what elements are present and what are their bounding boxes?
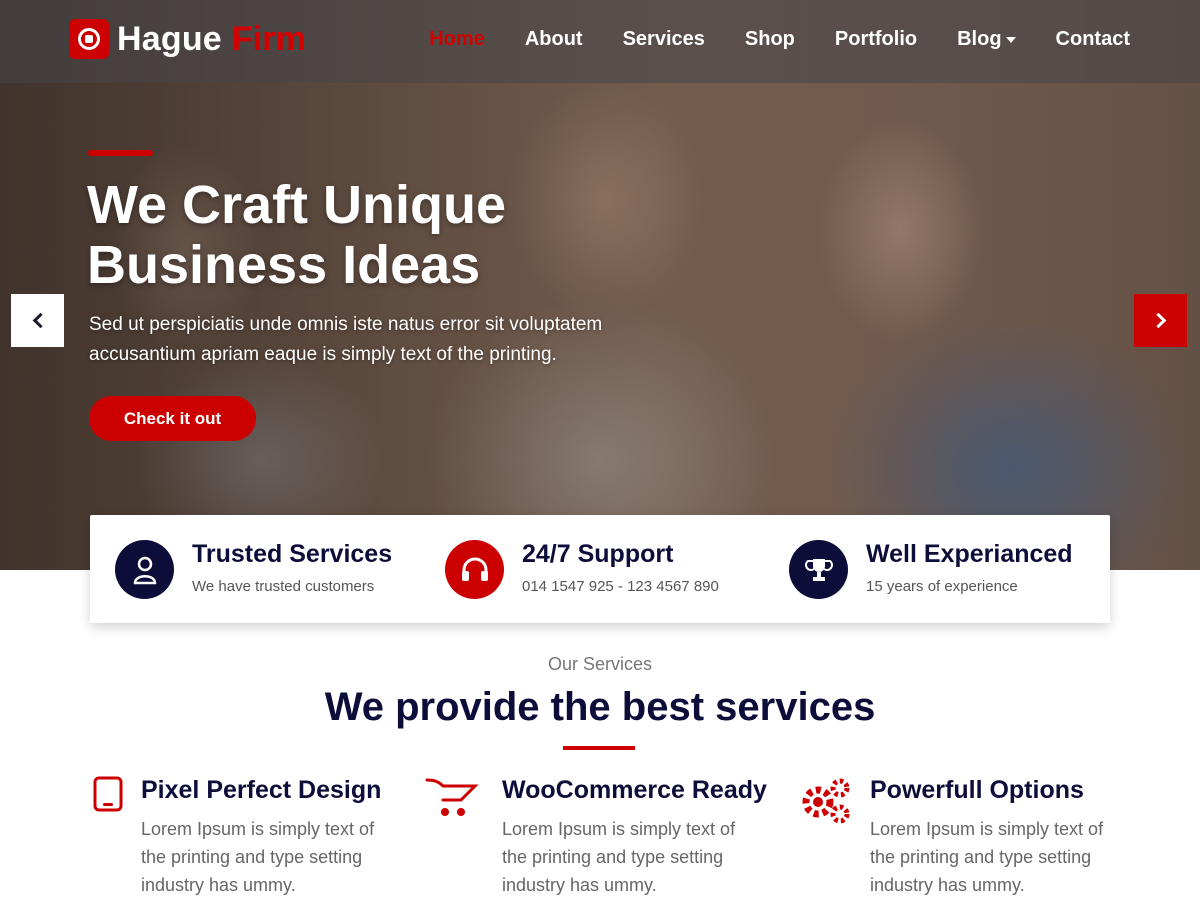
chevron-left-icon [32, 312, 48, 329]
service-item: WooCommerce Ready Lorem Ipsum is simply … [502, 776, 767, 899]
feature-support: 24/7 Support 014 1547 925 - 123 4567 890 [445, 540, 765, 600]
tablet-icon [92, 776, 124, 817]
chevron-right-icon [1150, 312, 1166, 329]
services-title: We provide the best services [0, 685, 1200, 730]
services-divider [563, 746, 635, 750]
feature-title: Trusted Services [192, 540, 393, 568]
logo-name-part2: Firm [231, 19, 307, 58]
nav-services[interactable]: Services [623, 28, 705, 51]
feature-subtitle: 15 years of experience [866, 578, 1018, 595]
hero-description: Sed ut perspiciatis unde omnis iste natu… [89, 314, 603, 365]
logo-name-part1: Hague [117, 19, 222, 58]
user-icon [115, 540, 174, 599]
cart-icon [425, 776, 485, 823]
hero-title-line1: We Craft Unique [87, 175, 507, 235]
feature-title: 24/7 Support [522, 540, 674, 568]
site-header: Hague Firm Home About Services Shop Port… [0, 0, 1200, 83]
services-title-rest: best services [621, 685, 876, 729]
logo[interactable]: Hague Firm [69, 19, 306, 59]
services-eyebrow: Our Services [547, 654, 653, 674]
feature-trusted: Trusted Services We have trusted custome… [115, 540, 415, 600]
trophy-icon [789, 540, 848, 599]
services-title-bold: We provide the [324, 685, 611, 729]
features-bar: Trusted Services We have trusted custome… [90, 515, 1110, 623]
service-title: Powerfull Options [870, 776, 1084, 804]
nav-blog[interactable]: Blog [957, 28, 1016, 51]
nav-blog-label: Blog [957, 28, 1002, 50]
hero-accent-line [88, 150, 153, 156]
chevron-down-icon [1005, 36, 1016, 43]
slider-next-button[interactable] [1134, 294, 1187, 347]
hero-title-line2: Business Ideas [87, 235, 481, 295]
check-it-out-button[interactable]: Check it out [89, 396, 256, 441]
nav-shop[interactable]: Shop [745, 28, 795, 51]
service-text: Lorem Ipsum is simply text of the printi… [141, 819, 375, 895]
service-title: WooCommerce Ready [502, 776, 767, 804]
headphones-icon [445, 540, 504, 599]
service-item: Pixel Perfect Design Lorem Ipsum is simp… [141, 776, 401, 899]
service-text: Lorem Ipsum is simply text of the printi… [870, 819, 1104, 895]
main-nav: Home About Services Shop Portfolio Blog … [429, 28, 1130, 51]
service-text: Lorem Ipsum is simply text of the printi… [502, 819, 736, 895]
feature-subtitle: 014 1547 925 - 123 4567 890 [522, 578, 719, 595]
hero-title: We Craft Unique Business Ideas [87, 175, 607, 295]
logo-text: Hague Firm [117, 20, 306, 59]
service-item: Powerfull Options Lorem Ipsum is simply … [870, 776, 1130, 899]
nav-contact[interactable]: Contact [1056, 28, 1130, 51]
gears-icon [800, 776, 852, 831]
nav-portfolio[interactable]: Portfolio [835, 28, 917, 51]
service-title: Pixel Perfect Design [141, 776, 382, 804]
logo-icon [69, 19, 109, 59]
nav-about[interactable]: About [525, 28, 583, 51]
nav-home[interactable]: Home [429, 28, 485, 51]
hero-slider: Hague Firm Home About Services Shop Port… [0, 0, 1200, 570]
feature-subtitle: We have trusted customers [192, 578, 375, 595]
feature-experience: Well Experianced 15 years of experience [789, 540, 1089, 600]
slider-prev-button[interactable] [11, 294, 64, 347]
feature-title: Well Experianced [866, 540, 1073, 568]
